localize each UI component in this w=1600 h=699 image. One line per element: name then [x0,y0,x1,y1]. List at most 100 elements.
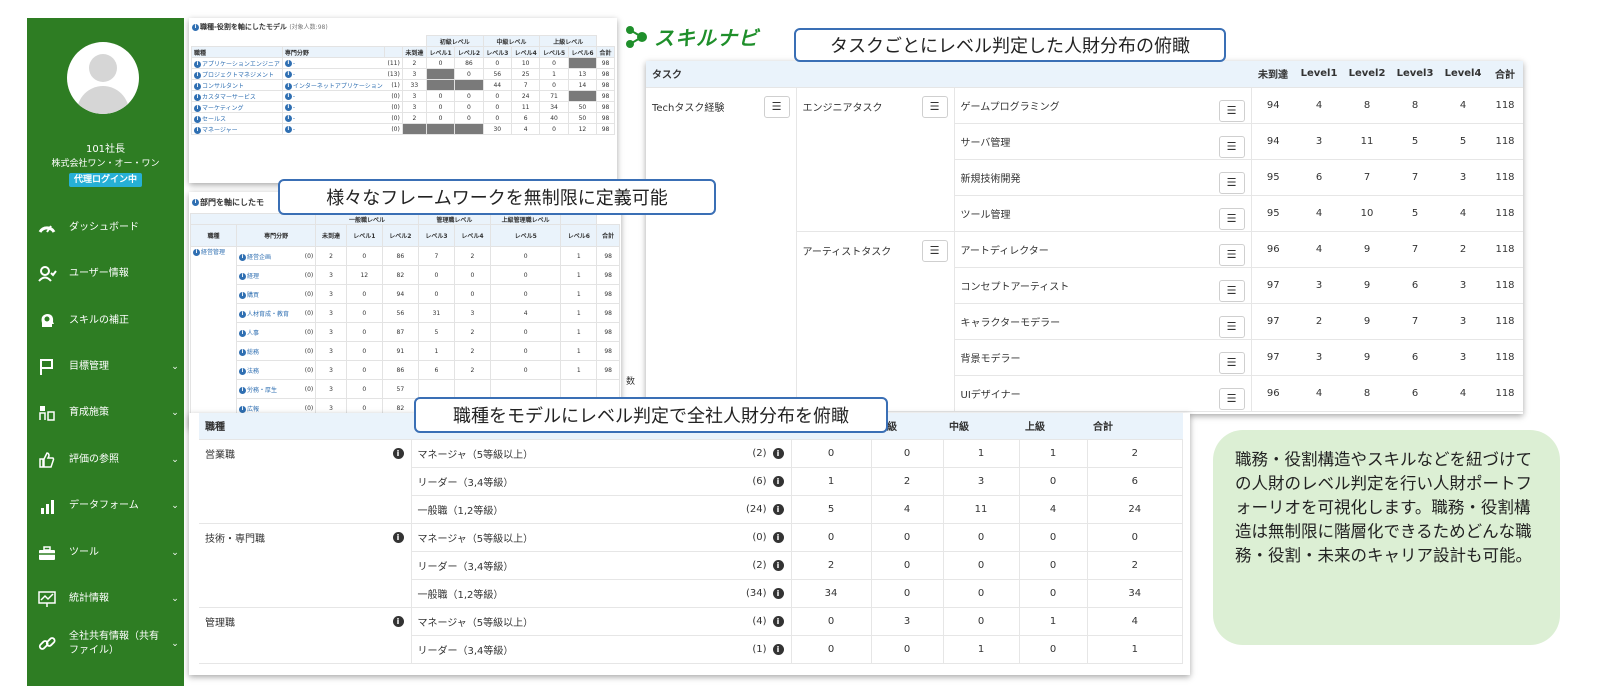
level-count: 1 [1019,607,1088,636]
level-count: 1 [1019,439,1088,468]
info-icon[interactable]: i [194,104,201,112]
info-icon[interactable]: i [239,367,246,375]
sidebar-item[interactable]: スキルの補正 [27,306,184,336]
job-name[interactable]: マーケティング [202,105,244,112]
field-name[interactable]: - [293,71,295,78]
info-icon[interactable]: i [284,114,292,122]
sidebar-item[interactable]: 全社共有情報（共有ファイル） ⌄ [27,624,184,664]
table-row: Techタスク経験 ☰ エンジニアタスク ☰ ゲームプログラミング ☰ 94 4 8 8 4 118 [646,87,1523,412]
level-count: 98 [596,284,620,304]
info-icon[interactable]: i [284,103,292,111]
sidebar-item[interactable]: 目標管理 ⌄ [27,352,184,382]
info-icon[interactable]: i [284,70,292,78]
info-icon[interactable]: i [239,272,246,280]
field-name[interactable]: - [293,104,295,111]
info-icon[interactable]: i [392,531,404,543]
list-icon[interactable]: ☰ [1218,100,1245,122]
sidebar-item[interactable]: 統計情報 ⌄ [27,584,184,614]
field-name[interactable]: - [293,126,295,133]
info-icon[interactable]: i [772,587,784,599]
info-icon[interactable]: i [392,447,404,459]
field-name[interactable]: - [293,93,295,100]
sidebar-item[interactable]: データフォーム ⌄ [27,491,184,521]
info-icon[interactable]: i [392,615,404,627]
info-icon[interactable]: i [284,125,292,133]
list-icon[interactable]: ☰ [1218,388,1245,410]
info-icon[interactable]: i [239,329,246,337]
list-icon[interactable]: ☰ [921,95,948,118]
field-name[interactable]: 購買 [247,292,259,299]
list-icon[interactable]: ☰ [1218,244,1245,266]
field-name[interactable]: 法務 [247,368,259,375]
field-name[interactable]: 総務 [247,349,259,356]
info-icon[interactable]: i [194,115,201,123]
info-icon[interactable]: i [239,348,246,356]
task-distribution-table: タスク 未到達 Level1 Level2 Level3 Level4 合計 T… [646,61,1523,412]
info-icon[interactable]: i [772,643,784,655]
info-icon[interactable]: i [772,447,784,459]
col-header: 上級 [1019,413,1087,440]
info-icon[interactable]: i [284,92,292,100]
sidebar-item[interactable]: ツール ⌄ [27,538,184,568]
list-icon[interactable]: ☰ [1218,136,1245,158]
list-icon[interactable]: ☰ [1218,280,1245,302]
member-count: (0) [298,246,317,266]
list-icon[interactable]: ☰ [1218,208,1245,230]
job-name[interactable]: カスタマーサービス [202,94,256,101]
info-icon[interactable]: i [194,71,201,79]
level-count: 2 [453,322,492,342]
field-name[interactable]: 広報 [247,406,259,413]
level-count: 98 [596,101,615,113]
job-name[interactable]: マネージャー [202,127,238,134]
list-icon[interactable]: ☰ [1218,316,1245,338]
info-icon[interactable]: i [194,60,201,68]
info-icon[interactable]: i [239,405,246,413]
info-icon[interactable]: i [194,126,201,134]
level-count: 0 [425,90,456,102]
info-icon[interactable]: i [193,249,200,256]
info-icon[interactable]: i [192,23,199,31]
info-icon[interactable]: i [239,253,246,261]
info-icon[interactable]: i [772,559,784,571]
info-icon[interactable]: i [772,615,784,627]
info-icon[interactable]: i [194,82,201,90]
level-count: 57 [381,379,419,399]
field-name[interactable]: インターネットアプリケーション [293,83,383,90]
field-name[interactable]: 労務・厚生 [247,387,277,394]
list-icon[interactable]: ☰ [1218,172,1245,194]
info-icon[interactable]: i [284,82,292,90]
info-icon[interactable]: i [772,531,784,543]
job-name[interactable]: プロジェクトマネジメント [202,72,274,79]
job-name[interactable]: セールス [202,116,226,123]
info-icon[interactable]: i [284,59,292,67]
sidebar-item[interactable]: 育成施策 ⌄ [27,398,184,428]
level-count: 7 [1391,303,1439,340]
sidebar-item[interactable]: ユーザー情報 [27,259,184,289]
info-icon[interactable]: i [239,310,246,318]
field-name[interactable]: - [293,115,295,122]
job-name[interactable]: アプリケーションエンジニア [202,61,280,68]
field-name[interactable]: 人事 [247,330,259,337]
sidebar-item[interactable]: ダッシュボード [27,213,184,243]
task-name: キャラクターモデラー [960,317,1061,329]
field-name[interactable]: - [293,60,295,67]
field-name[interactable]: 人材育成・教育 [247,311,289,318]
info-icon[interactable]: i [772,475,784,487]
list-icon[interactable]: ☰ [1218,352,1245,374]
avatar[interactable] [67,42,139,114]
field-name[interactable]: 経営企画 [247,254,271,261]
list-icon[interactable]: ☰ [921,239,948,262]
list-icon[interactable]: ☰ [763,95,790,118]
sidebar-item[interactable]: 評価の参照 ⌄ [27,445,184,475]
job-name[interactable]: コンサルタント [202,83,244,90]
info-icon[interactable]: i [194,93,201,101]
info-icon[interactable]: i [239,386,246,394]
job-level-distribution-table: 職種 職位/等級 未到達 初級 中級 上級 合計 営業職iマネージャ（5等級以上… [199,413,1183,664]
info-icon[interactable]: i [772,503,784,515]
field-name[interactable]: 経理 [247,273,259,280]
dept-group[interactable]: 経営管理 [201,249,225,256]
info-icon[interactable]: i [192,199,199,206]
level-count: 3 [871,607,944,636]
level-count: 4 [1087,607,1183,636]
info-icon[interactable]: i [239,291,246,299]
